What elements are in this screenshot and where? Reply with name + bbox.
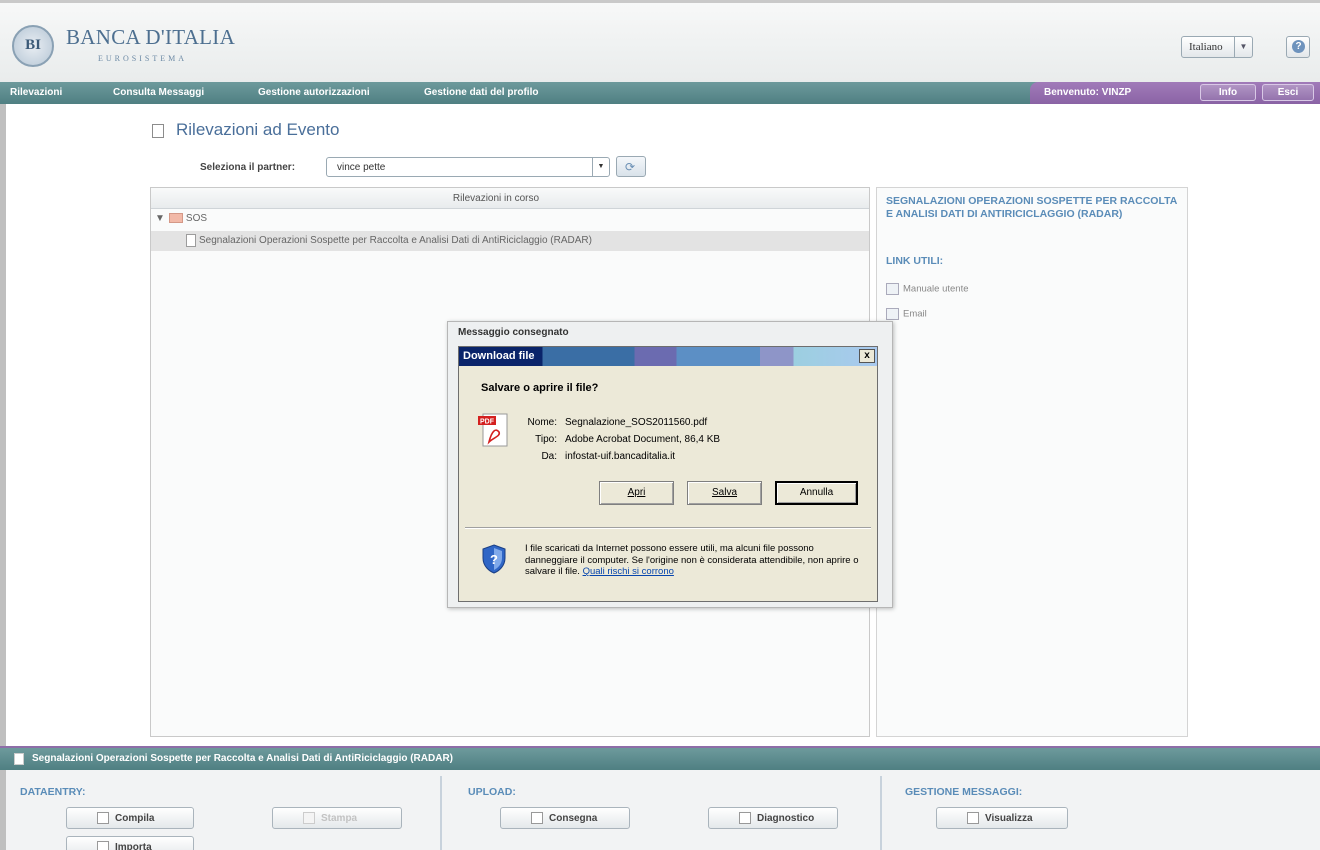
nav-rilevazioni[interactable]: Rilevazioni xyxy=(10,87,62,98)
message-dialog-title: Messaggio consegnato xyxy=(458,327,569,338)
cancel-button[interactable]: Annulla xyxy=(775,481,858,505)
file-type-value: Adobe Acrobat Document, 86,4 KB xyxy=(565,434,721,445)
visualizza-label: Visualizza xyxy=(985,813,1033,824)
edit-document-icon xyxy=(97,812,109,824)
section-divider xyxy=(440,776,442,850)
link-label: Manuale utente xyxy=(903,283,969,295)
app-header: BI BANCA D'ITALIA EUROSISTEMA Italiano ▼… xyxy=(0,0,1320,82)
file-name-label: Nome: xyxy=(527,417,557,428)
exit-button[interactable]: Esci xyxy=(1262,84,1314,101)
diagnostico-button[interactable]: Diagnostico xyxy=(708,807,838,829)
manual-icon xyxy=(886,283,899,295)
partner-select[interactable]: vince pette ▼ xyxy=(326,157,610,177)
actions-panel xyxy=(0,770,1320,850)
bank-seal-logo: BI xyxy=(12,25,54,67)
tree-header-label: Rilevazioni in corso xyxy=(452,193,540,204)
nav-gestione-profilo[interactable]: Gestione dati del profilo xyxy=(424,87,538,98)
tree-folder-label: SOS xyxy=(185,213,208,224)
compila-label: Compila xyxy=(115,813,155,824)
dialog-titlebar: Download file x xyxy=(459,347,877,366)
email-icon xyxy=(886,308,899,320)
open-button-label: Apri xyxy=(627,487,646,498)
tree-header: Rilevazioni in corso xyxy=(151,188,869,209)
info-panel: SEGNALAZIONI OPERAZIONI SOSPETTE PER RAC… xyxy=(876,187,1188,737)
binoculars-icon xyxy=(967,812,979,824)
dialog-divider xyxy=(465,527,871,529)
folder-icon xyxy=(168,213,183,224)
save-button-label: Salva xyxy=(711,487,737,498)
security-warning: I file scaricati da Internet possono ess… xyxy=(525,543,865,578)
partner-value: vince pette xyxy=(337,162,386,173)
diagnostic-icon xyxy=(739,812,751,824)
file-name-value: Segnalazione_SOS2011560.pdf xyxy=(565,417,708,428)
section-divider xyxy=(880,776,882,850)
page-title: Rilevazioni ad Evento xyxy=(176,120,340,139)
import-icon xyxy=(97,841,109,850)
stampa-button: Stampa xyxy=(272,807,402,829)
language-select[interactable]: Italiano ▼ xyxy=(1181,36,1253,58)
send-icon xyxy=(531,812,543,824)
link-email[interactable]: Email xyxy=(886,308,927,320)
tree-item-radar[interactable]: Segnalazioni Operazioni Sospette per Rac… xyxy=(151,231,869,251)
security-warning-text: I file scaricati da Internet possono ess… xyxy=(525,543,859,577)
messages-title: GESTIONE MESSAGGI: xyxy=(905,786,1023,798)
file-source-value: infostat-uif.bancaditalia.it xyxy=(565,451,676,462)
diagnostico-label: Diagnostico xyxy=(757,813,815,824)
language-value: Italiano xyxy=(1189,41,1223,53)
save-button[interactable]: Salva xyxy=(687,481,762,505)
stampa-label: Stampa xyxy=(321,813,358,824)
dialog-question: Salvare o aprire il file? xyxy=(481,382,599,394)
tree-item-label: Segnalazioni Operazioni Sospette per Rac… xyxy=(199,235,592,246)
user-area: Benvenuto: VINZP Info Esci xyxy=(1030,82,1320,104)
logo-monogram: BI xyxy=(25,37,41,53)
help-icon: ? xyxy=(1292,40,1305,53)
dialog-title: Download file xyxy=(463,350,535,362)
chevron-down-icon[interactable]: ▼ xyxy=(592,158,609,176)
download-file-dialog: Download file x Salvare o aprire il file… xyxy=(458,346,878,602)
file-source-label: Da: xyxy=(541,451,557,462)
open-button[interactable]: Apri xyxy=(599,481,674,505)
print-icon xyxy=(303,812,315,824)
refresh-button[interactable]: ⟳ xyxy=(616,156,646,177)
tree-folder-sos[interactable]: ▼ SOS xyxy=(155,213,207,224)
info-panel-title: SEGNALAZIONI OPERAZIONI SOSPETTE PER RAC… xyxy=(886,195,1177,220)
close-icon[interactable]: x xyxy=(859,349,875,363)
importa-button[interactable]: Importa xyxy=(66,836,194,850)
nav-gestione-autorizzazioni[interactable]: Gestione autorizzazioni xyxy=(258,87,370,98)
refresh-icon: ⟳ xyxy=(625,160,636,174)
importa-label: Importa xyxy=(115,842,152,850)
useful-links-title: LINK UTILI: xyxy=(886,255,944,267)
partner-label: Seleziona il partner: xyxy=(200,162,296,173)
help-button[interactable]: ? xyxy=(1286,36,1310,58)
actions-bar: Segnalazioni Operazioni Sospette per Rac… xyxy=(0,746,1320,770)
link-label: Email xyxy=(903,308,927,320)
document-icon xyxy=(14,753,24,765)
consegna-label: Consegna xyxy=(549,813,598,824)
nav-consulta-messaggi[interactable]: Consulta Messaggi xyxy=(113,87,204,98)
upload-title: UPLOAD: xyxy=(468,786,516,798)
expand-arrow-icon[interactable]: ▼ xyxy=(155,213,165,224)
document-icon xyxy=(186,234,196,247)
logo-subtitle: EUROSISTEMA xyxy=(98,54,188,63)
dataentry-title: DATAENTRY: xyxy=(20,786,86,798)
security-shield-icon: ? xyxy=(482,544,506,574)
svg-text:?: ? xyxy=(490,552,498,567)
page-icon xyxy=(152,124,164,138)
link-manuale-utente[interactable]: Manuale utente xyxy=(886,283,969,295)
actions-bar-title: Segnalazioni Operazioni Sospette per Rac… xyxy=(32,753,453,764)
compila-button[interactable]: Compila xyxy=(66,807,194,829)
risks-link[interactable]: Quali rischi si corrono xyxy=(583,566,674,577)
chevron-down-icon[interactable]: ▼ xyxy=(1234,37,1252,57)
welcome-text: Benvenuto: VINZP xyxy=(1044,87,1132,98)
consegna-button[interactable]: Consegna xyxy=(500,807,630,829)
visualizza-button[interactable]: Visualizza xyxy=(936,807,1068,829)
info-button[interactable]: Info xyxy=(1200,84,1256,101)
logo-title: BANCA D'ITALIA xyxy=(66,25,236,49)
file-type-label: Tipo: xyxy=(535,434,557,445)
